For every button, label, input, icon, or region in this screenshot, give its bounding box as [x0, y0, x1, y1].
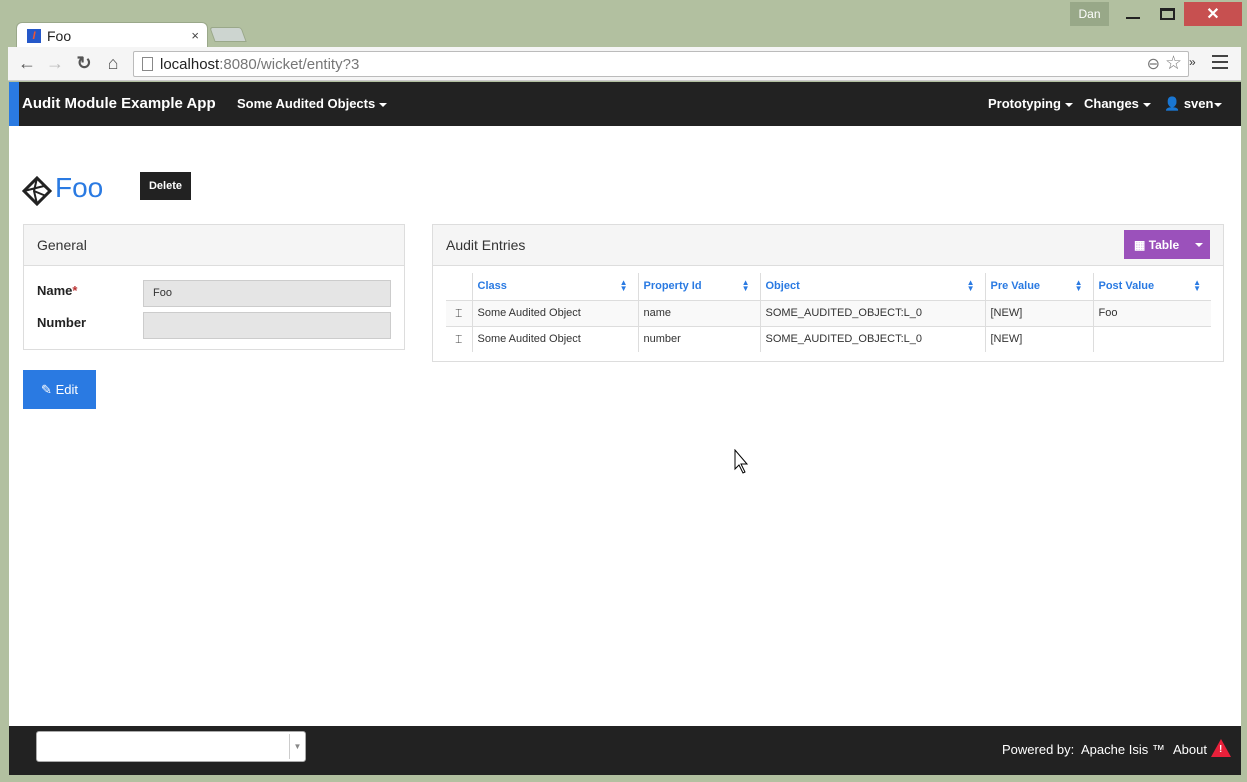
table-row: ⌶ Some Audited Object name SOME_AUDITED_… — [446, 299, 1211, 326]
select-arrow-icon: ▼ — [289, 734, 305, 759]
general-panel-heading: General — [24, 225, 404, 266]
zoom-icon[interactable]: ⊖ — [1147, 54, 1160, 74]
column-header-post-value[interactable]: Post Value ▲ ▼ — [1092, 273, 1211, 300]
app-navbar: Audit Module Example App Some Audited Ob… — [9, 82, 1241, 126]
hamburger-menu-icon[interactable] — [1212, 55, 1228, 73]
reload-icon[interactable]: ↻ — [73, 52, 95, 74]
powered-by-label: Powered by: — [1002, 742, 1075, 757]
entity-title: Foo — [55, 172, 104, 203]
new-tab-button[interactable] — [209, 27, 247, 42]
menu-prototyping[interactable]: Prototyping — [988, 96, 1073, 111]
caret-down-icon — [1195, 243, 1203, 248]
minimize-button[interactable] — [1118, 2, 1148, 26]
about-link[interactable]: About — [1173, 742, 1207, 757]
edit-button[interactable]: ✎ Edit — [23, 370, 96, 409]
sort-icon[interactable]: ▲ ▼ — [742, 279, 750, 293]
bookmark-star-icon[interactable]: ☆ — [1165, 52, 1182, 75]
cell-object: SOME_AUDITED_OBJECT:L_0 — [759, 299, 985, 326]
view-as-table-button[interactable]: ▦ Table — [1124, 230, 1210, 259]
cell-object: SOME_AUDITED_OBJECT:L_0 — [759, 325, 985, 352]
maximize-button[interactable] — [1152, 2, 1182, 26]
browser-toolbar: ← → ↻ ⌂ localhost:8080/wicket/entity?3 ⊖… — [8, 47, 1241, 81]
caret-down-icon — [379, 102, 388, 107]
general-panel: General Name* Foo Number — [23, 224, 405, 350]
tab-close-icon[interactable]: × — [191, 28, 199, 43]
audit-panel-heading: Audit Entries — [433, 225, 1223, 266]
extensions-overflow-icon[interactable]: » — [1189, 55, 1196, 69]
sort-icon[interactable]: ▲ ▼ — [620, 279, 628, 293]
open-entry-icon[interactable]: ⌶ — [446, 325, 472, 352]
audit-entries-panel: Audit Entries ▦ Table Class ▲ ▼ Property I… — [432, 224, 1224, 362]
number-label: Number — [37, 315, 87, 330]
app-page: Audit Module Example App Some Audited Ob… — [9, 82, 1241, 775]
sort-icon[interactable]: ▲ ▼ — [967, 279, 975, 293]
user-icon: 👤 — [1164, 96, 1181, 111]
browser-tab[interactable]: I Foo × — [16, 22, 208, 48]
forward-arrow-icon[interactable]: → — [44, 52, 66, 74]
cell-post-value — [1092, 325, 1211, 352]
edit-icon: ✎ — [41, 381, 52, 397]
tab-title: Foo — [47, 27, 72, 44]
close-icon: ✕ — [1206, 6, 1220, 23]
maximize-icon — [1159, 8, 1175, 20]
view-dropdown-toggle[interactable] — [1188, 238, 1210, 252]
caret-down-icon — [1214, 102, 1223, 107]
name-label: Name* — [37, 283, 78, 298]
sort-icon[interactable]: ▲ ▼ — [1193, 279, 1201, 293]
column-header-class[interactable]: Class ▲ ▼ — [471, 273, 638, 300]
windows-user-badge: Dan — [1070, 2, 1109, 26]
app-footer: ▼ Powered by: Apache Isis ™ About ! — [9, 726, 1241, 775]
cell-post-value: Foo — [1092, 299, 1211, 326]
app-brand[interactable]: Audit Module Example App — [22, 95, 216, 112]
cell-class: Some Audited Object — [471, 299, 638, 326]
name-field[interactable]: Foo — [143, 280, 391, 307]
page-icon — [142, 57, 153, 71]
caret-down-icon — [1142, 102, 1151, 107]
back-arrow-icon[interactable]: ← — [16, 52, 38, 74]
row-icon-column — [446, 273, 472, 300]
audit-entries-table: Class ▲ ▼ Property Id ▲ ▼ Object ▲ ▼ Pre Value… — [446, 273, 1211, 352]
url-text[interactable]: localhost:8080/wicket/entity?3 — [160, 56, 359, 73]
cell-class: Some Audited Object — [471, 325, 638, 352]
entity-diamond-icon — [22, 176, 52, 206]
sort-icon[interactable]: ▲ ▼ — [1075, 279, 1083, 293]
caret-down-icon — [1064, 102, 1073, 107]
table-row: ⌶ Some Audited Object number SOME_AUDITE… — [446, 325, 1211, 352]
column-header-object[interactable]: Object ▲ ▼ — [759, 273, 985, 300]
menu-changes[interactable]: Changes — [1084, 96, 1151, 111]
favicon-icon: I — [27, 28, 41, 43]
home-icon[interactable]: ⌂ — [102, 52, 124, 74]
cell-pre-value: [NEW] — [984, 325, 1093, 352]
required-marker: * — [72, 283, 78, 298]
navbar-accent — [9, 82, 19, 126]
mouse-cursor-icon — [734, 449, 749, 474]
delete-button[interactable]: Delete — [140, 172, 191, 200]
address-bar[interactable]: localhost:8080/wicket/entity?3 ⊖ ☆ — [133, 51, 1189, 77]
footer-select[interactable]: ▼ — [36, 731, 306, 762]
number-field[interactable] — [143, 312, 391, 339]
open-entry-icon[interactable]: ⌶ — [446, 299, 472, 326]
cell-property-id: name — [637, 299, 760, 326]
column-header-property-id[interactable]: Property Id ▲ ▼ — [637, 273, 760, 300]
cell-pre-value: [NEW] — [984, 299, 1093, 326]
cell-property-id: number — [637, 325, 760, 352]
minimize-icon — [1126, 17, 1140, 19]
column-header-pre-value[interactable]: Pre Value ▲ ▼ — [984, 273, 1093, 300]
menu-some-audited-objects[interactable]: Some Audited Objects — [237, 96, 388, 111]
warning-icon[interactable]: ! — [1211, 739, 1231, 757]
apache-isis-link[interactable]: Apache Isis ™ — [1081, 742, 1165, 757]
close-window-button[interactable]: ✕ — [1184, 2, 1242, 26]
table-icon: ▦ — [1134, 237, 1146, 252]
menu-user[interactable]: 👤 sven — [1164, 96, 1223, 112]
